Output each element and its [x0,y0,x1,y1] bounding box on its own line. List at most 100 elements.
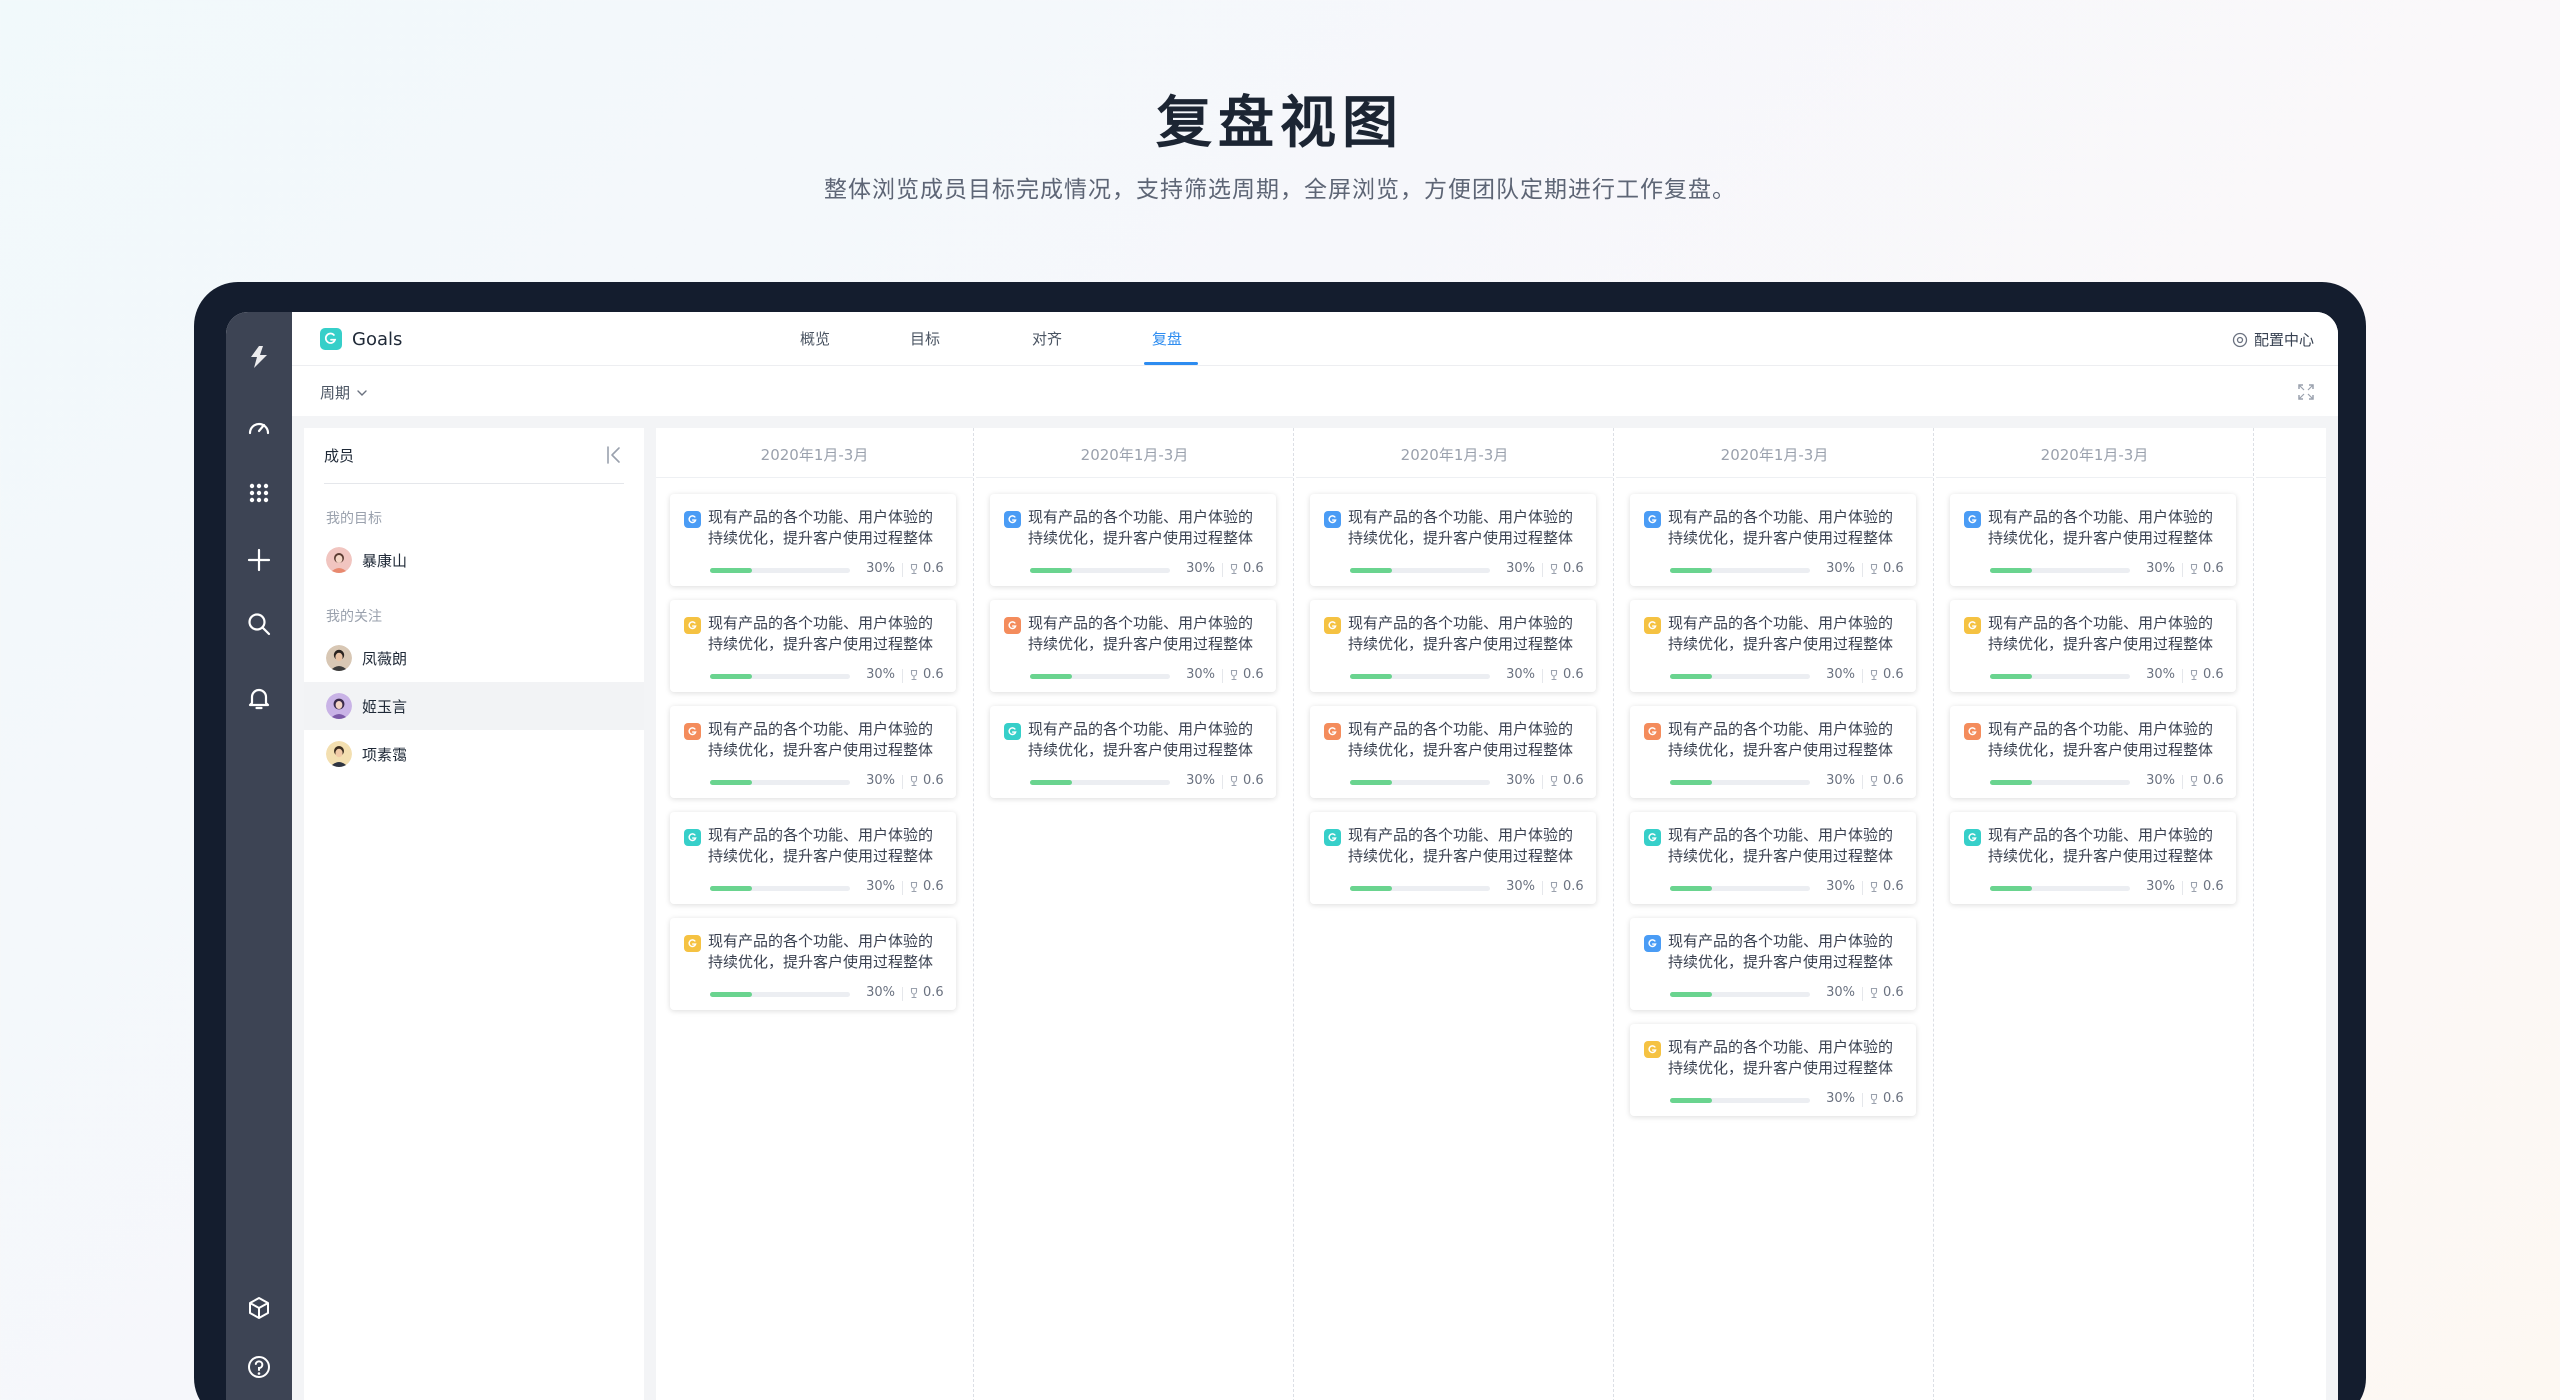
progress-bar [1990,674,2130,679]
progress-percent: 30% [866,985,895,1000]
goal-card[interactable]: 现有产品的各个功能、用户体验的 持续优化，提升客户使用过程整体 30% 0.6 [670,600,956,692]
goal-card[interactable]: 现有产品的各个功能、用户体验的 持续优化，提升客户使用过程整体 30% 0.6 [670,706,956,798]
board-column: 2020年1月-3月 现有产品的各个功能、用户体验的 持续优化，提升客户使用过程整体… [1936,428,2254,1400]
goal-title-line: 现有产品的各个功能、用户体验的 [1348,508,1574,526]
progress-percent: 30% [2146,879,2175,894]
search-icon[interactable] [226,604,292,644]
member-name: 凤薇朗 [362,649,408,668]
goal-score: 0.6 [1868,985,1904,1000]
goal-title: 现有产品的各个功能、用户体验的 持续优化，提升客户使用过程整体 [1348,507,1588,549]
goal-card[interactable]: 现有产品的各个功能、用户体验的 持续优化，提升客户使用过程整体 30% 0.6 [990,600,1276,692]
score-value: 0.6 [923,667,944,682]
review-board: 2020年1月-3月 现有产品的各个功能、用户体验的 持续优化，提升客户使用过程整体… [656,428,2326,1400]
goal-title-line: 持续优化，提升客户使用过程整体 [708,741,934,759]
goal-title-line: 持续优化，提升客户使用过程整体 [1668,529,1894,547]
progress-percent: 30% [2146,773,2175,788]
goal-card[interactable]: 现有产品的各个功能、用户体验的 持续优化，提升客户使用过程整体 30% 0.6 [1310,706,1596,798]
apps-grid-icon[interactable] [226,473,292,513]
cube-icon[interactable] [226,1288,292,1328]
progress-fill [1030,780,1072,785]
goal-card[interactable]: 现有产品的各个功能、用户体验的 持续优化，提升客户使用过程整体 30% 0.6 [990,494,1276,586]
goal-score: 0.6 [1228,667,1264,682]
score-value: 0.6 [2203,561,2224,576]
goal-type-icon [1644,511,1661,528]
goal-title: 现有产品的各个功能、用户体验的 持续优化，提升客户使用过程整体 [1988,613,2228,655]
goal-score: 0.6 [908,667,944,682]
goal-title-line: 现有产品的各个功能、用户体验的 [1668,720,1894,738]
score-value: 0.6 [923,773,944,788]
member-followed[interactable]: 凤薇朗 [304,634,644,682]
goal-title-line: 现有产品的各个功能、用户体验的 [1988,614,2214,632]
progress-bar [710,886,850,891]
goal-card[interactable]: 现有产品的各个功能、用户体验的 持续优化，提升客户使用过程整体 30% 0.6 [670,918,956,1010]
goal-type-icon [1324,617,1341,634]
goal-type-icon [1644,1041,1661,1058]
divider [1542,563,1543,577]
progress-fill [1670,1098,1712,1103]
divider [2182,775,2183,789]
goal-title-line: 持续优化，提升客户使用过程整体 [708,529,934,547]
goal-title: 现有产品的各个功能、用户体验的 持续优化，提升客户使用过程整体 [708,507,948,549]
fullscreen-icon[interactable] [2296,382,2316,402]
dashboard-icon[interactable] [226,408,292,448]
plus-icon[interactable] [226,540,292,580]
goal-card[interactable]: 现有产品的各个功能、用户体验的 持续优化，提升客户使用过程整体 30% 0.6 [670,812,956,904]
period-dropdown[interactable]: 周期 [320,382,368,403]
member-followed[interactable]: 姬玉言 [304,682,644,730]
progress-bar [1670,568,1810,573]
member-followed[interactable]: 项素霭 [304,730,644,778]
goal-card[interactable]: 现有产品的各个功能、用户体验的 持续优化，提升客户使用过程整体 30% 0.6 [1630,1024,1916,1116]
score-value: 0.6 [2203,667,2224,682]
score-value: 0.6 [2203,773,2224,788]
goal-card[interactable]: 现有产品的各个功能、用户体验的 持续优化，提升客户使用过程整体 30% 0.6 [1630,812,1916,904]
goal-card[interactable]: 现有产品的各个功能、用户体验的 持续优化，提升客户使用过程整体 30% 0.6 [1950,706,2236,798]
logo-icon[interactable] [226,337,292,377]
device-frame: Goals 概览 目标 对齐 复盘 配置中心 周期 成员 我的目标 暴康山 我的… [194,282,2366,1400]
divider [902,881,903,895]
avatar [326,645,352,671]
help-icon[interactable] [226,1347,292,1387]
progress-percent: 30% [1506,879,1535,894]
progress-fill [1030,568,1072,573]
goal-card[interactable]: 现有产品的各个功能、用户体验的 持续优化，提升客户使用过程整体 30% 0.6 [1630,494,1916,586]
tab-overview[interactable]: 概览 [800,328,830,349]
goal-card[interactable]: 现有产品的各个功能、用户体验的 持续优化，提升客户使用过程整体 30% 0.6 [670,494,956,586]
goal-type-icon [684,829,701,846]
goal-card[interactable]: 现有产品的各个功能、用户体验的 持续优化，提升客户使用过程整体 30% 0.6 [1310,812,1596,904]
goal-title-line: 现有产品的各个功能、用户体验的 [1668,826,1894,844]
goal-card[interactable]: 现有产品的各个功能、用户体验的 持续优化，提升客户使用过程整体 30% 0.6 [1310,494,1596,586]
collapse-panel-icon[interactable] [604,444,624,466]
goal-card[interactable]: 现有产品的各个功能、用户体验的 持续优化，提升客户使用过程整体 30% 0.6 [1950,812,2236,904]
goal-score: 0.6 [1228,773,1264,788]
goal-card[interactable]: 现有产品的各个功能、用户体验的 持续优化，提升客户使用过程整体 30% 0.6 [1630,918,1916,1010]
goal-card[interactable]: 现有产品的各个功能、用户体验的 持续优化，提升客户使用过程整体 30% 0.6 [990,706,1276,798]
goal-score: 0.6 [2188,879,2224,894]
goal-score: 0.6 [908,985,944,1000]
tab-alignment[interactable]: 对齐 [1032,328,1062,349]
trophy-icon [1870,775,1878,786]
goal-card[interactable]: 现有产品的各个功能、用户体验的 持续优化，提升客户使用过程整体 30% 0.6 [1950,600,2236,692]
goal-title-line: 现有产品的各个功能、用户体验的 [1988,826,2214,844]
goal-title-line: 持续优化，提升客户使用过程整体 [1668,635,1894,653]
goal-card[interactable]: 现有产品的各个功能、用户体验的 持续优化，提升客户使用过程整体 30% 0.6 [1310,600,1596,692]
goal-card[interactable]: 现有产品的各个功能、用户体验的 持续优化，提升客户使用过程整体 30% 0.6 [1630,600,1916,692]
goal-title-line: 持续优化，提升客户使用过程整体 [1348,741,1574,759]
goal-score: 0.6 [1868,667,1904,682]
tab-review[interactable]: 复盘 [1152,328,1182,349]
trophy-icon [1870,881,1878,892]
progress-percent: 30% [1186,667,1215,682]
progress-percent: 30% [1826,985,1855,1000]
progress-percent: 30% [1506,773,1535,788]
progress-fill [1990,780,2032,785]
score-value: 0.6 [923,985,944,1000]
bell-icon[interactable] [226,678,292,718]
goal-card[interactable]: 现有产品的各个功能、用户体验的 持续优化，提升客户使用过程整体 30% 0.6 [1630,706,1916,798]
tab-goals[interactable]: 目标 [910,328,940,349]
progress-bar [710,780,850,785]
avatar [326,547,352,573]
member-me[interactable]: 暴康山 [304,536,644,584]
config-center-button[interactable]: 配置中心 [2232,329,2314,350]
progress-percent: 30% [1826,773,1855,788]
goal-card[interactable]: 现有产品的各个功能、用户体验的 持续优化，提升客户使用过程整体 30% 0.6 [1950,494,2236,586]
progress-percent: 30% [1506,667,1535,682]
